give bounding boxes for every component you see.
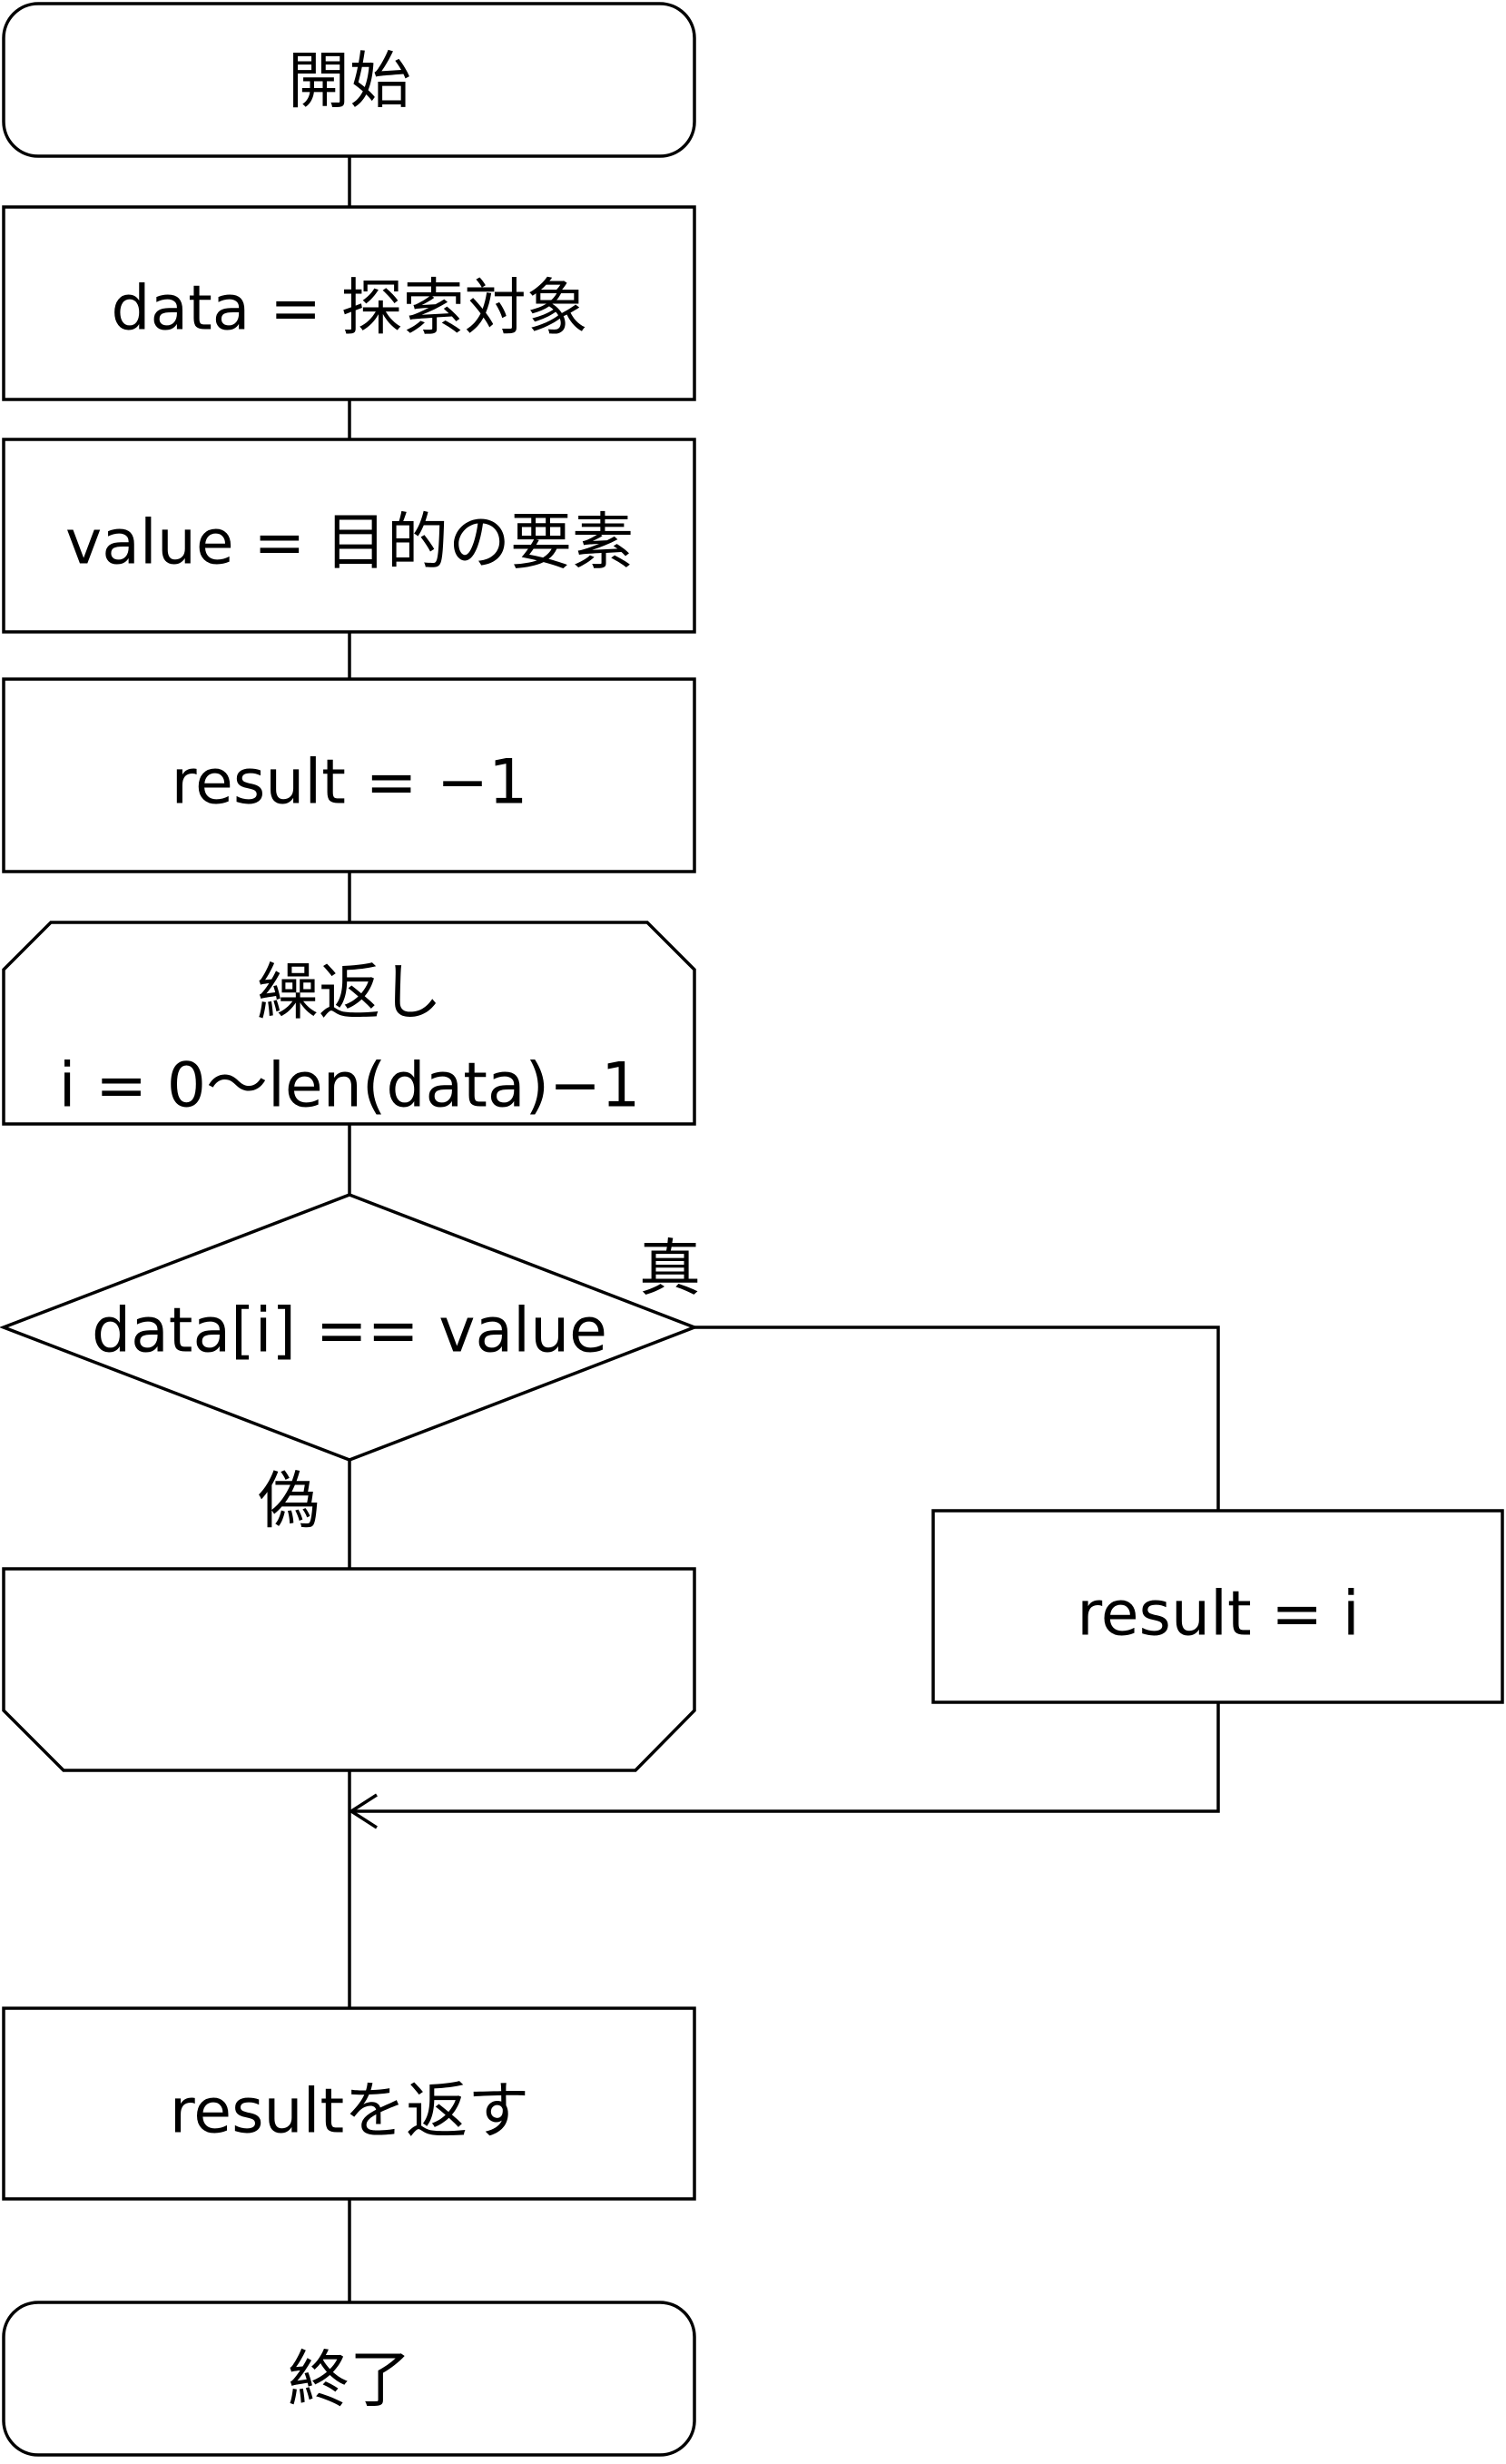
- loop-range-label: i = 0〜len(data)−1: [59, 1050, 641, 1122]
- end-label: 終了: [288, 2345, 411, 2417]
- true-branch-label: 真: [639, 1234, 701, 1306]
- condition-label: data[i] == value: [92, 1296, 607, 1367]
- data-assignment-label: data = 探索対象: [111, 273, 587, 345]
- connector-true-branch: [694, 1326, 1220, 1511]
- return-result-label: resultを返す: [170, 2076, 529, 2148]
- flowchart-diagram: 開始 data = 探索対象 value = 目的の要素 result = −1…: [0, 2, 1504, 2457]
- result-init-label: result = −1: [172, 747, 528, 819]
- false-branch-label: 偽: [258, 1466, 320, 1538]
- value-assignment-label: value = 目的の要素: [65, 508, 634, 579]
- loop-end-box: [2, 1567, 696, 1772]
- start-label: 開始: [288, 46, 411, 118]
- set-result-label: result = i: [1077, 1579, 1359, 1651]
- loop-title-label: 繰返し: [257, 958, 442, 1030]
